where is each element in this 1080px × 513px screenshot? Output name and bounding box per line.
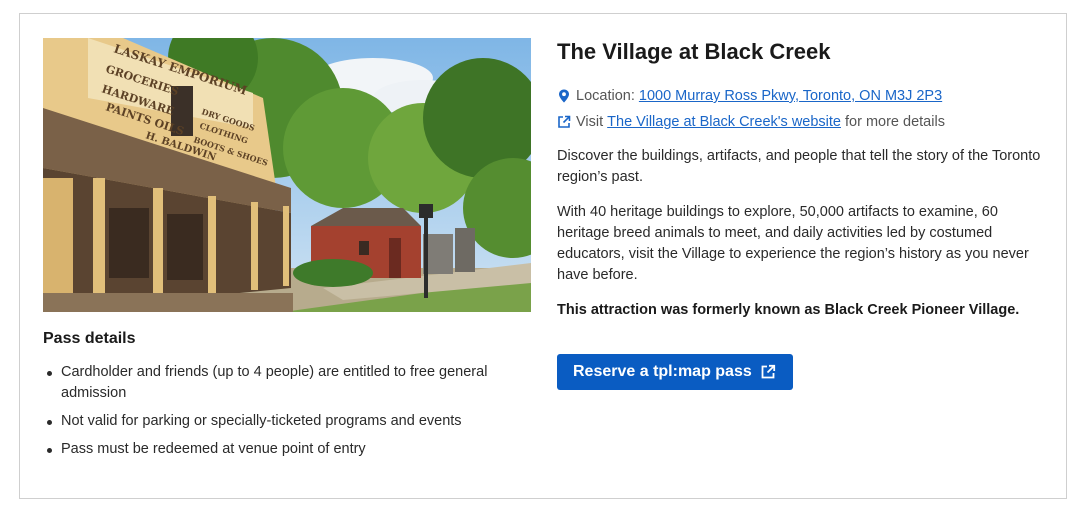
external-link-icon [558, 115, 571, 128]
attraction-title: The Village at Black Creek [557, 39, 831, 64]
pass-detail-item: Cardholder and friends (up to 4 people) … [43, 362, 513, 404]
visit-prefix: Visit [576, 114, 604, 130]
pass-detail-item: Pass must be redeemed at venue point of … [43, 439, 513, 460]
external-link-icon [761, 364, 775, 379]
location-row: Location: 1000 Murray Ross Pkwy, Toronto… [557, 86, 1047, 106]
pass-details-list: Cardholder and friends (up to 4 people) … [43, 362, 513, 467]
reserve-pass-label: Reserve a tpl:map pass [573, 363, 752, 380]
website-link[interactable]: The Village at Black Creek's website [607, 112, 841, 132]
pass-details-heading: Pass details [43, 330, 136, 347]
attraction-photo: LASKAY EMPORIUM GROCERIES HARDWARE PAINT… [43, 38, 531, 312]
location-label: Location: [576, 88, 635, 104]
description-paragraph: With 40 heritage buildings to explore, 5… [557, 204, 1029, 283]
location-link[interactable]: 1000 Murray Ross Pkwy, Toronto, ON M3J 2… [639, 86, 942, 106]
website-row: Visit The Village at Black Creek's websi… [557, 112, 1047, 132]
pass-detail-item: Not valid for parking or specially-ticke… [43, 411, 513, 432]
attraction-details: The Village at Black Creek Location: 100… [557, 38, 1047, 321]
visit-suffix: for more details [845, 114, 945, 130]
attraction-card: LASKAY EMPORIUM GROCERIES HARDWARE PAINT… [19, 13, 1067, 499]
reserve-pass-button[interactable]: Reserve a tpl:map pass [557, 354, 793, 390]
description-paragraph: Discover the buildings, artifacts, and p… [557, 148, 1041, 185]
former-name-note: This attraction was formerly known as Bl… [557, 302, 1020, 318]
map-pin-icon [559, 89, 569, 103]
